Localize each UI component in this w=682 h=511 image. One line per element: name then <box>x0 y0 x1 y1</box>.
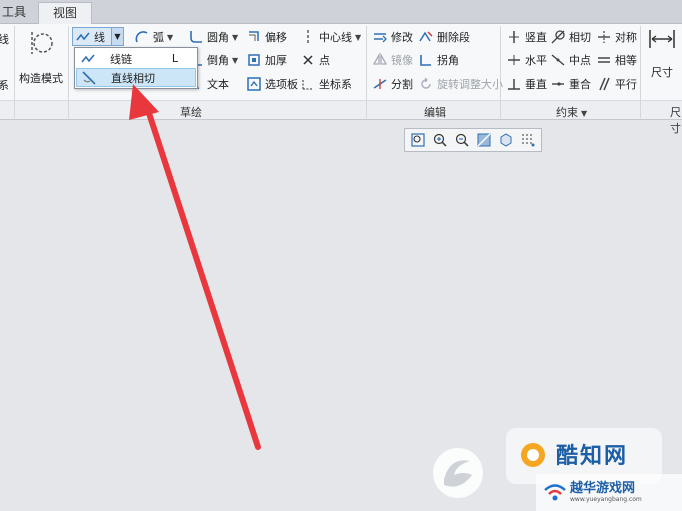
coordsys-icon <box>300 76 316 92</box>
dimension-label: 尺寸 <box>651 66 673 79</box>
palette-button[interactable]: 选项板 <box>246 74 298 94</box>
modify-icon <box>372 29 388 45</box>
vertical-constraint-button[interactable]: 竖直 <box>506 27 547 47</box>
thicken-icon <box>246 52 262 68</box>
repaint-icon <box>477 133 491 147</box>
watermark-site-name: 酷知网 <box>556 444 629 469</box>
zoom-out-button[interactable] <box>452 130 472 150</box>
bulb-icon <box>521 443 545 467</box>
fillet-icon <box>188 29 204 45</box>
symmetric-icon <box>596 29 612 45</box>
dimension-button[interactable]: 尺寸 <box>644 28 680 88</box>
parallel-constraint-button[interactable]: 平行 <box>596 74 637 94</box>
mirror-button[interactable]: 镜像 <box>372 50 413 70</box>
tab-view[interactable]: 视图 <box>38 2 93 24</box>
perpendicular-constraint-button[interactable]: 垂直 <box>506 74 547 94</box>
offset-icon <box>246 29 262 45</box>
zoom-out-icon <box>455 133 469 147</box>
midpoint-constraint-button[interactable]: 中点 <box>550 50 591 70</box>
construct-mode-icon <box>31 32 53 54</box>
wifi-house-icon <box>544 484 566 501</box>
repaint-button[interactable] <box>474 130 494 150</box>
perpendicular-icon <box>506 76 522 92</box>
refit-button[interactable] <box>408 130 428 150</box>
separator <box>366 26 367 118</box>
midpoint-icon <box>550 52 566 68</box>
offset-button[interactable]: 偏移 <box>246 27 287 47</box>
line-chain-icon <box>75 29 91 45</box>
separator <box>640 26 641 118</box>
ribbon-group-labels: 草绘 编辑 约束 ▼ 尺寸 <box>0 100 682 135</box>
zoom-in-button[interactable] <box>430 130 450 150</box>
line-button[interactable]: 线 ▼ <box>72 27 124 46</box>
display-style-button[interactable] <box>496 130 516 150</box>
tangent-icon <box>550 29 566 45</box>
tangent-constraint-button[interactable]: 相切 <box>550 27 591 47</box>
symmetric-constraint-button[interactable]: 对称 <box>596 27 637 47</box>
dimension-icon <box>649 30 675 48</box>
watermark-site2: 越华游戏网 www.yueyangbang.com <box>536 474 682 511</box>
watermark-logo <box>430 445 486 504</box>
corner-icon <box>418 52 434 68</box>
clipped-system-button[interactable]: 系 <box>0 75 9 95</box>
point-icon <box>300 52 316 68</box>
tab-tools[interactable]: 工具 <box>0 2 36 24</box>
delete-segment-icon <box>418 29 434 45</box>
group-label-dimension: 尺寸 <box>670 106 681 135</box>
equal-constraint-button[interactable]: 相等 <box>596 50 637 70</box>
grid-icon <box>522 134 535 147</box>
group-label-constrain[interactable]: 约束 ▼ <box>556 104 587 120</box>
line-button-label: 线 <box>94 30 105 44</box>
display-style-icon <box>500 133 512 147</box>
line-tangent-icon <box>81 70 97 86</box>
point-button[interactable]: 点 <box>300 50 330 70</box>
centerline-icon <box>300 29 316 45</box>
palette-icon <box>246 76 262 92</box>
equal-icon <box>596 52 612 68</box>
clipped-line-button[interactable]: 线 <box>0 29 9 49</box>
shortcut-key: L <box>171 52 178 65</box>
horizontal-constraint-button[interactable]: 水平 <box>506 50 547 70</box>
construct-mode-button[interactable]: 构造模式 <box>18 28 64 88</box>
watermark-url: www.yueyangbang.com <box>570 496 642 503</box>
view-toolbar <box>404 128 542 152</box>
zoom-in-icon <box>433 133 447 147</box>
separator <box>14 26 15 118</box>
watermark-site2-name: 越华游戏网 <box>570 481 636 496</box>
divide-button[interactable]: 分割 <box>372 74 413 94</box>
menu-item-line-tangent[interactable]: 直线相切 <box>76 68 196 87</box>
swirl-logo-icon <box>433 448 483 498</box>
coordsys-button[interactable]: 坐标系 <box>300 74 352 94</box>
modify-button[interactable]: 修改 <box>372 27 413 47</box>
divide-icon <box>372 76 388 92</box>
arc-icon <box>134 29 150 45</box>
line-dropdown-toggle[interactable]: ▼ <box>111 28 123 45</box>
thicken-button[interactable]: 加厚 <box>246 50 287 70</box>
group-label-sketch: 草绘 <box>180 106 202 119</box>
group-label-edit: 编辑 <box>424 106 446 119</box>
separator <box>68 26 69 118</box>
construct-mode-label: 构造模式 <box>19 72 63 85</box>
menu-item-line-chain[interactable]: 线链 L <box>76 49 196 68</box>
coincident-constraint-button[interactable]: 重合 <box>550 74 591 94</box>
parallel-icon <box>596 76 612 92</box>
refit-icon <box>411 133 425 147</box>
line-dropdown-menu: 线链 L 直线相切 <box>74 47 198 89</box>
centerline-button[interactable]: 中心线 ▼ <box>300 27 361 47</box>
line-chain-icon <box>80 51 96 67</box>
mirror-icon <box>372 52 388 68</box>
corner-button[interactable]: 拐角 <box>418 50 459 70</box>
fillet-button[interactable]: 圆角 ▼ <box>188 27 238 47</box>
rotate-resize-icon <box>418 76 434 92</box>
horizontal-icon <box>506 52 522 68</box>
sketch-display-button[interactable] <box>518 130 538 150</box>
separator <box>500 26 501 118</box>
arc-button[interactable]: 弧 ▼ <box>134 27 173 47</box>
delete-segment-button[interactable]: 删除段 <box>418 27 470 47</box>
vertical-icon <box>506 29 522 45</box>
coincident-icon <box>550 76 566 92</box>
rotate-resize-button[interactable]: 旋转调整大小 <box>418 74 503 94</box>
ribbon-tab-bar: 工具 视图 <box>0 0 682 24</box>
